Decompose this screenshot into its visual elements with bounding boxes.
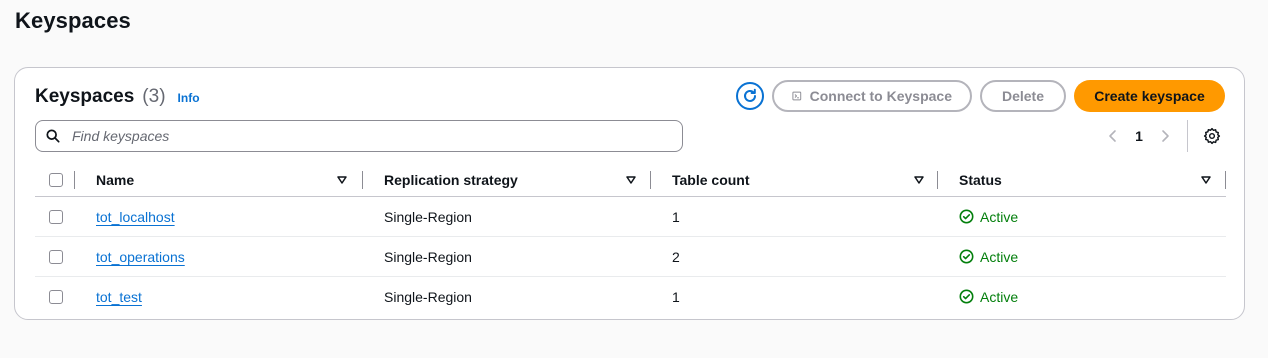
create-keyspace-button[interactable]: Create keyspace bbox=[1074, 80, 1225, 112]
info-link[interactable]: Info bbox=[178, 91, 200, 105]
keyspace-name-link[interactable]: tot_localhost bbox=[96, 209, 175, 225]
check-circle-icon bbox=[959, 289, 974, 304]
check-circle-icon bbox=[959, 249, 974, 264]
column-divider bbox=[937, 171, 938, 189]
refresh-button[interactable] bbox=[736, 82, 764, 110]
status-indicator: Active bbox=[959, 209, 1018, 225]
caret-down-icon bbox=[914, 175, 924, 184]
column-divider bbox=[362, 171, 363, 189]
sort-name-button[interactable] bbox=[337, 163, 347, 196]
column-header-replication[interactable]: Replication strategy bbox=[384, 163, 638, 196]
keyspaces-table: Name Replication strategy Table count St… bbox=[35, 163, 1226, 316]
table-row[interactable]: tot_operations Single-Region 2 Active bbox=[35, 237, 1226, 277]
keyspaces-panel: Keyspaces (3) Info Connect to Keyspace D… bbox=[14, 67, 1245, 320]
replication-strategy: Single-Region bbox=[384, 208, 472, 225]
status-label: Active bbox=[980, 208, 1019, 225]
delete-button[interactable]: Delete bbox=[980, 80, 1066, 112]
page-title: Keyspaces bbox=[15, 8, 131, 33]
pager-divider bbox=[1187, 120, 1188, 152]
table-row[interactable]: tot_localhost Single-Region 1 Active bbox=[35, 197, 1226, 237]
gear-icon bbox=[1203, 127, 1221, 145]
column-divider bbox=[74, 171, 75, 189]
table-header-row: Name Replication strategy Table count St… bbox=[35, 163, 1226, 197]
search-input[interactable] bbox=[70, 127, 634, 145]
check-circle-icon bbox=[959, 209, 974, 224]
keyspace-name-link[interactable]: tot_operations bbox=[96, 249, 185, 265]
preferences-button[interactable] bbox=[1200, 124, 1224, 148]
column-header-table-count[interactable]: Table count bbox=[672, 163, 926, 196]
column-header-name[interactable]: Name bbox=[96, 163, 350, 196]
table-count: 1 bbox=[672, 208, 680, 225]
panel-actions: Connect to Keyspace Delete Create keyspa… bbox=[736, 80, 1225, 112]
table-row[interactable]: tot_test Single-Region 1 Active bbox=[35, 277, 1226, 316]
table-count: 2 bbox=[672, 248, 680, 265]
select-all-checkbox[interactable] bbox=[49, 172, 63, 187]
row-checkbox[interactable] bbox=[49, 249, 63, 264]
sort-status-button[interactable] bbox=[1201, 163, 1211, 196]
status-indicator: Active bbox=[959, 249, 1018, 265]
row-checkbox[interactable] bbox=[49, 289, 63, 304]
caret-down-icon bbox=[337, 175, 347, 184]
replication-strategy: Single-Region bbox=[384, 288, 472, 305]
panel-header: Keyspaces (3) Info bbox=[35, 86, 200, 108]
replication-strategy: Single-Region bbox=[384, 248, 472, 265]
sort-replication-button[interactable] bbox=[626, 163, 636, 196]
connect-to-keyspace-button[interactable]: Connect to Keyspace bbox=[772, 80, 972, 112]
column-divider bbox=[650, 171, 651, 189]
status-label: Active bbox=[980, 288, 1019, 305]
keyspace-name-link[interactable]: tot_test bbox=[96, 289, 142, 305]
column-divider bbox=[1225, 171, 1226, 189]
caret-down-icon bbox=[1201, 175, 1211, 184]
panel-title: Keyspaces bbox=[35, 86, 135, 107]
connect-button-label: Connect to Keyspace bbox=[809, 88, 952, 104]
previous-page-button[interactable] bbox=[1101, 124, 1125, 148]
chevron-right-icon bbox=[1162, 130, 1169, 142]
column-header-status[interactable]: Status bbox=[959, 163, 1213, 196]
next-page-button[interactable] bbox=[1153, 124, 1177, 148]
chevron-left-icon bbox=[1109, 130, 1116, 142]
search-box bbox=[35, 120, 683, 152]
status-indicator: Active bbox=[959, 289, 1018, 305]
terminal-icon bbox=[792, 91, 802, 101]
refresh-icon bbox=[744, 88, 756, 102]
sort-table-count-button[interactable] bbox=[914, 163, 924, 196]
status-label: Active bbox=[980, 248, 1019, 265]
page-number[interactable]: 1 bbox=[1125, 128, 1153, 144]
caret-down-icon bbox=[626, 175, 636, 184]
pagination: 1 bbox=[1101, 120, 1224, 152]
table-count: 1 bbox=[672, 288, 680, 305]
keyspace-count: (3) bbox=[142, 86, 166, 107]
row-checkbox[interactable] bbox=[49, 209, 63, 224]
search-icon bbox=[46, 129, 60, 143]
